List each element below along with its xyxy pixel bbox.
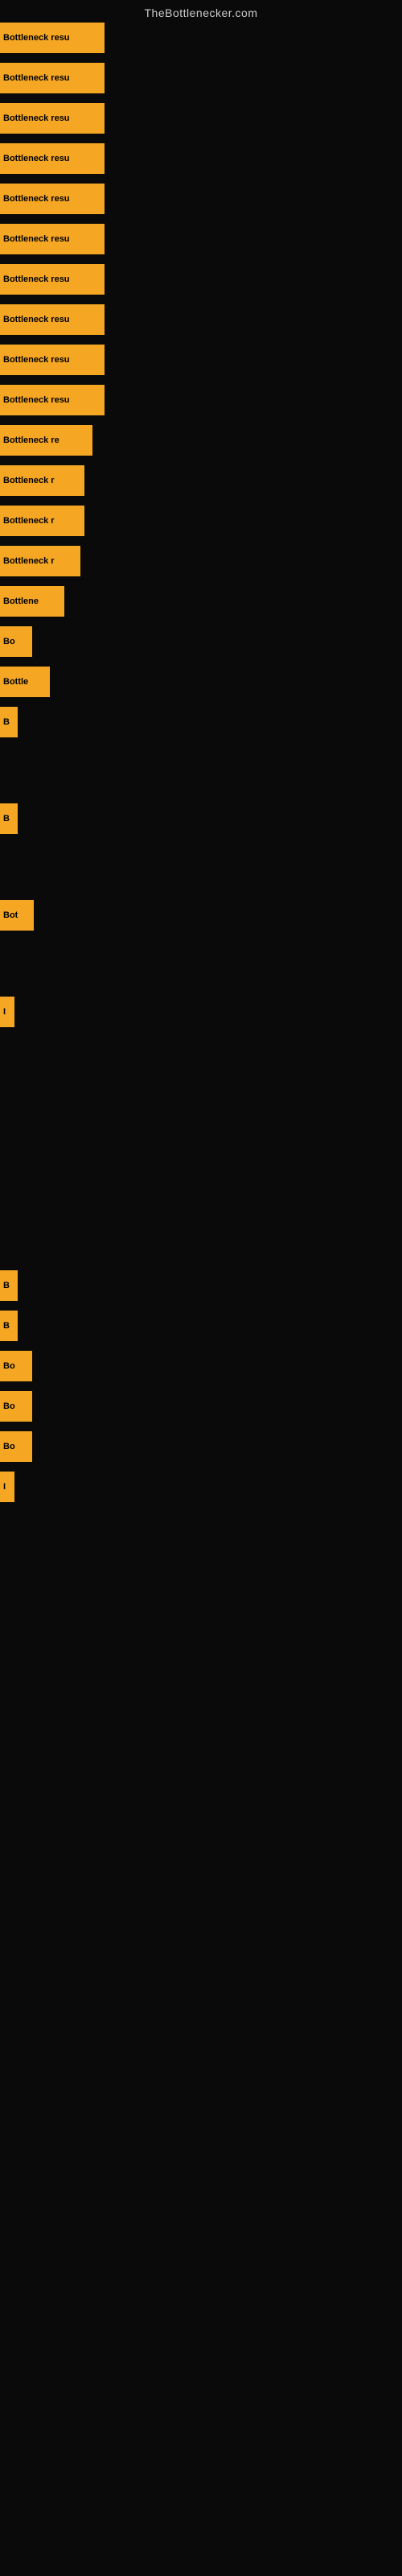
bar-row-17: Bottle [0, 667, 402, 697]
bar-label-6: Bottleneck resu [0, 234, 70, 244]
bar-label-20: Bot [0, 910, 18, 920]
bar-row-12: Bottleneck r [0, 465, 402, 496]
bar-row-19: B [0, 803, 402, 834]
gap-after-9 [0, 377, 402, 385]
gap-after-22 [0, 1302, 402, 1311]
gap-after-18 [0, 739, 402, 803]
bar-label-24: Bo [0, 1361, 15, 1371]
gap-after-8 [0, 336, 402, 345]
bar-row-14: Bottleneck r [0, 546, 402, 576]
gap-after-6 [0, 256, 402, 264]
bar-label-13: Bottleneck r [0, 516, 55, 526]
bar-label-3: Bottleneck resu [0, 114, 70, 123]
gap-after-5 [0, 216, 402, 224]
bar-label-26: Bo [0, 1442, 15, 1451]
bar-row-22: B [0, 1270, 402, 1301]
bar-row-5: Bottleneck resu [0, 184, 402, 214]
bar-row-3: Bottleneck resu [0, 103, 402, 134]
bar-label-12: Bottleneck r [0, 476, 55, 485]
bar-label-14: Bottleneck r [0, 556, 55, 566]
bar-row-9: Bottleneck resu [0, 345, 402, 375]
bar-row-2: Bottleneck resu [0, 63, 402, 93]
bar-row-16: Bo [0, 626, 402, 657]
gap-after-10 [0, 417, 402, 425]
bar-row-15: Bottlene [0, 586, 402, 617]
bar-label-2: Bottleneck resu [0, 73, 70, 83]
bar-row-1: Bottleneck resu [0, 23, 402, 53]
bar-row-20: Bot [0, 900, 402, 931]
gap-after-19 [0, 836, 402, 900]
gap-after-12 [0, 497, 402, 506]
gap-after-4 [0, 175, 402, 184]
gap-after-26 [0, 1463, 402, 1472]
gap-after-20 [0, 932, 402, 997]
bar-label-10: Bottleneck resu [0, 395, 70, 405]
bar-row-27: I [0, 1472, 402, 1502]
bar-label-15: Bottlene [0, 597, 39, 606]
bar-label-11: Bottleneck re [0, 436, 59, 445]
bar-row-18: B [0, 707, 402, 737]
bar-label-27: I [0, 1482, 6, 1492]
bar-row-24: Bo [0, 1351, 402, 1381]
gap-after-13 [0, 538, 402, 546]
gap-after-24 [0, 1383, 402, 1391]
gap-after-23 [0, 1343, 402, 1351]
bar-label-9: Bottleneck resu [0, 355, 70, 365]
gap-after-14 [0, 578, 402, 586]
gap-after-21 [0, 1029, 402, 1270]
bar-label-4: Bottleneck resu [0, 154, 70, 163]
bar-label-1: Bottleneck resu [0, 33, 70, 43]
gap-after-3 [0, 135, 402, 143]
gap-after-1 [0, 55, 402, 63]
bar-row-10: Bottleneck resu [0, 385, 402, 415]
bar-row-26: Bo [0, 1431, 402, 1462]
bar-row-7: Bottleneck resu [0, 264, 402, 295]
site-title: TheBottlenecker.com [0, 0, 402, 23]
bar-label-22: B [0, 1281, 10, 1290]
bar-row-21: I [0, 997, 402, 1027]
gap-after-25 [0, 1423, 402, 1431]
bar-row-6: Bottleneck resu [0, 224, 402, 254]
bar-label-23: B [0, 1321, 10, 1331]
bar-label-7: Bottleneck resu [0, 275, 70, 284]
gap-after-17 [0, 699, 402, 707]
bar-row-4: Bottleneck resu [0, 143, 402, 174]
gap-after-27 [0, 1504, 402, 1512]
gap-after-15 [0, 618, 402, 626]
gap-after-11 [0, 457, 402, 465]
bar-label-16: Bo [0, 637, 15, 646]
bar-row-25: Bo [0, 1391, 402, 1422]
bar-row-13: Bottleneck r [0, 506, 402, 536]
bar-label-18: B [0, 717, 10, 727]
bar-label-8: Bottleneck resu [0, 315, 70, 324]
gap-after-2 [0, 95, 402, 103]
gap-after-7 [0, 296, 402, 304]
gap-after-16 [0, 658, 402, 667]
bar-row-23: B [0, 1311, 402, 1341]
bar-label-19: B [0, 814, 10, 824]
bar-label-17: Bottle [0, 677, 28, 687]
bar-row-11: Bottleneck re [0, 425, 402, 456]
bar-row-8: Bottleneck resu [0, 304, 402, 335]
bar-label-21: I [0, 1007, 6, 1017]
bar-label-25: Bo [0, 1402, 15, 1411]
bar-label-5: Bottleneck resu [0, 194, 70, 204]
bars-container: Bottleneck resu Bottleneck resu Bottleneck… [0, 23, 402, 1512]
